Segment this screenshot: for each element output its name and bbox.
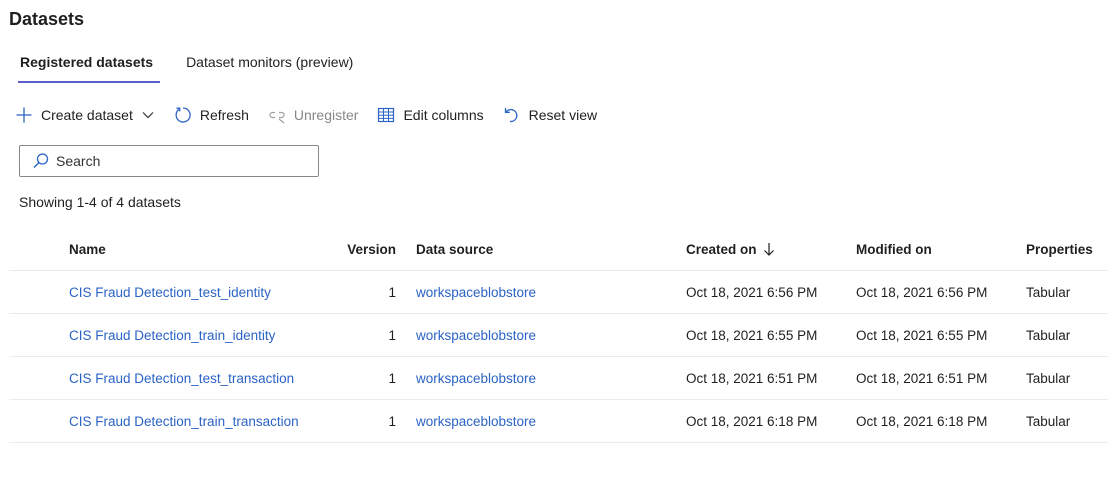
properties: Tabular bbox=[1026, 370, 1071, 386]
refresh-button[interactable]: Refresh bbox=[173, 103, 249, 127]
dataset-name-link[interactable]: CIS Fraud Detection_train_transaction bbox=[69, 400, 299, 442]
datasets-page: Datasets Registered datasets Dataset mon… bbox=[0, 0, 1108, 487]
reset-view-button[interactable]: Reset view bbox=[502, 103, 597, 127]
search-icon bbox=[32, 152, 50, 170]
modified-on: Oct 18, 2021 6:51 PM bbox=[856, 370, 988, 386]
data-source-link[interactable]: workspaceblobstore bbox=[416, 271, 536, 313]
dataset-name-link[interactable]: CIS Fraud Detection_test_identity bbox=[69, 271, 271, 313]
datasets-table: Name Version Data source Created on Modi… bbox=[9, 228, 1108, 443]
table-header: Name Version Data source Created on Modi… bbox=[9, 228, 1108, 271]
dataset-version: 1 bbox=[388, 413, 396, 429]
unregister-icon bbox=[267, 105, 287, 125]
toolbar: Create dataset Refresh Unregister Edit c… bbox=[14, 103, 615, 127]
edit-columns-icon bbox=[376, 105, 396, 125]
header-modified-on[interactable]: Modified on bbox=[856, 228, 932, 270]
properties: Tabular bbox=[1026, 284, 1071, 300]
header-name[interactable]: Name bbox=[69, 228, 106, 270]
data-source-link[interactable]: workspaceblobstore bbox=[416, 357, 536, 399]
modified-on: Oct 18, 2021 6:56 PM bbox=[856, 284, 988, 300]
created-on: Oct 18, 2021 6:18 PM bbox=[686, 413, 818, 429]
reset-view-label: Reset view bbox=[528, 107, 598, 123]
created-on: Oct 18, 2021 6:51 PM bbox=[686, 370, 818, 386]
header-created-on[interactable]: Created on bbox=[686, 228, 775, 270]
edit-columns-button[interactable]: Edit columns bbox=[376, 103, 484, 127]
chevron-down-icon[interactable] bbox=[141, 108, 155, 122]
sort-descending-icon bbox=[763, 242, 775, 256]
data-source-link[interactable]: workspaceblobstore bbox=[416, 314, 536, 356]
dataset-name-link[interactable]: CIS Fraud Detection_test_transaction bbox=[69, 357, 294, 399]
header-created-on-label: Created on bbox=[686, 241, 757, 257]
dataset-version: 1 bbox=[388, 370, 396, 386]
header-version[interactable]: Version bbox=[347, 228, 396, 270]
tab-bar: Registered datasets Dataset monitors (pr… bbox=[11, 50, 377, 84]
header-data-source[interactable]: Data source bbox=[416, 228, 493, 270]
refresh-icon bbox=[173, 105, 193, 125]
create-dataset-label: Create dataset bbox=[41, 107, 133, 123]
table-row[interactable]: CIS Fraud Detection_train_identity 1 wor… bbox=[9, 314, 1108, 357]
data-source-link[interactable]: workspaceblobstore bbox=[416, 400, 536, 442]
modified-on: Oct 18, 2021 6:18 PM bbox=[856, 413, 988, 429]
search-input[interactable] bbox=[56, 153, 306, 169]
edit-columns-label: Edit columns bbox=[403, 107, 484, 123]
created-on: Oct 18, 2021 6:56 PM bbox=[686, 284, 818, 300]
properties: Tabular bbox=[1026, 413, 1071, 429]
table-row[interactable]: CIS Fraud Detection_train_transaction 1 … bbox=[9, 400, 1108, 443]
result-count: Showing 1-4 of 4 datasets bbox=[19, 194, 181, 210]
table-row[interactable]: CIS Fraud Detection_test_transaction 1 w… bbox=[9, 357, 1108, 400]
unregister-button[interactable]: Unregister bbox=[267, 103, 359, 127]
reset-view-icon bbox=[502, 105, 522, 125]
properties: Tabular bbox=[1026, 327, 1071, 343]
dataset-name-link[interactable]: CIS Fraud Detection_train_identity bbox=[69, 314, 275, 356]
page-title: Datasets bbox=[9, 9, 85, 29]
created-on: Oct 18, 2021 6:55 PM bbox=[686, 327, 818, 343]
modified-on: Oct 18, 2021 6:55 PM bbox=[856, 327, 988, 343]
header-properties[interactable]: Properties bbox=[1026, 228, 1093, 270]
refresh-label: Refresh bbox=[199, 107, 249, 123]
tab-dataset-monitors[interactable]: Dataset monitors (preview) bbox=[177, 50, 362, 84]
add-icon bbox=[14, 105, 34, 125]
dataset-version: 1 bbox=[388, 327, 396, 343]
create-dataset-button[interactable]: Create dataset bbox=[14, 103, 155, 127]
search-box bbox=[19, 145, 319, 177]
unregister-label: Unregister bbox=[293, 107, 359, 123]
table-row[interactable]: CIS Fraud Detection_test_identity 1 work… bbox=[9, 271, 1108, 314]
tab-registered-datasets[interactable]: Registered datasets bbox=[11, 50, 162, 84]
dataset-version: 1 bbox=[388, 284, 396, 300]
